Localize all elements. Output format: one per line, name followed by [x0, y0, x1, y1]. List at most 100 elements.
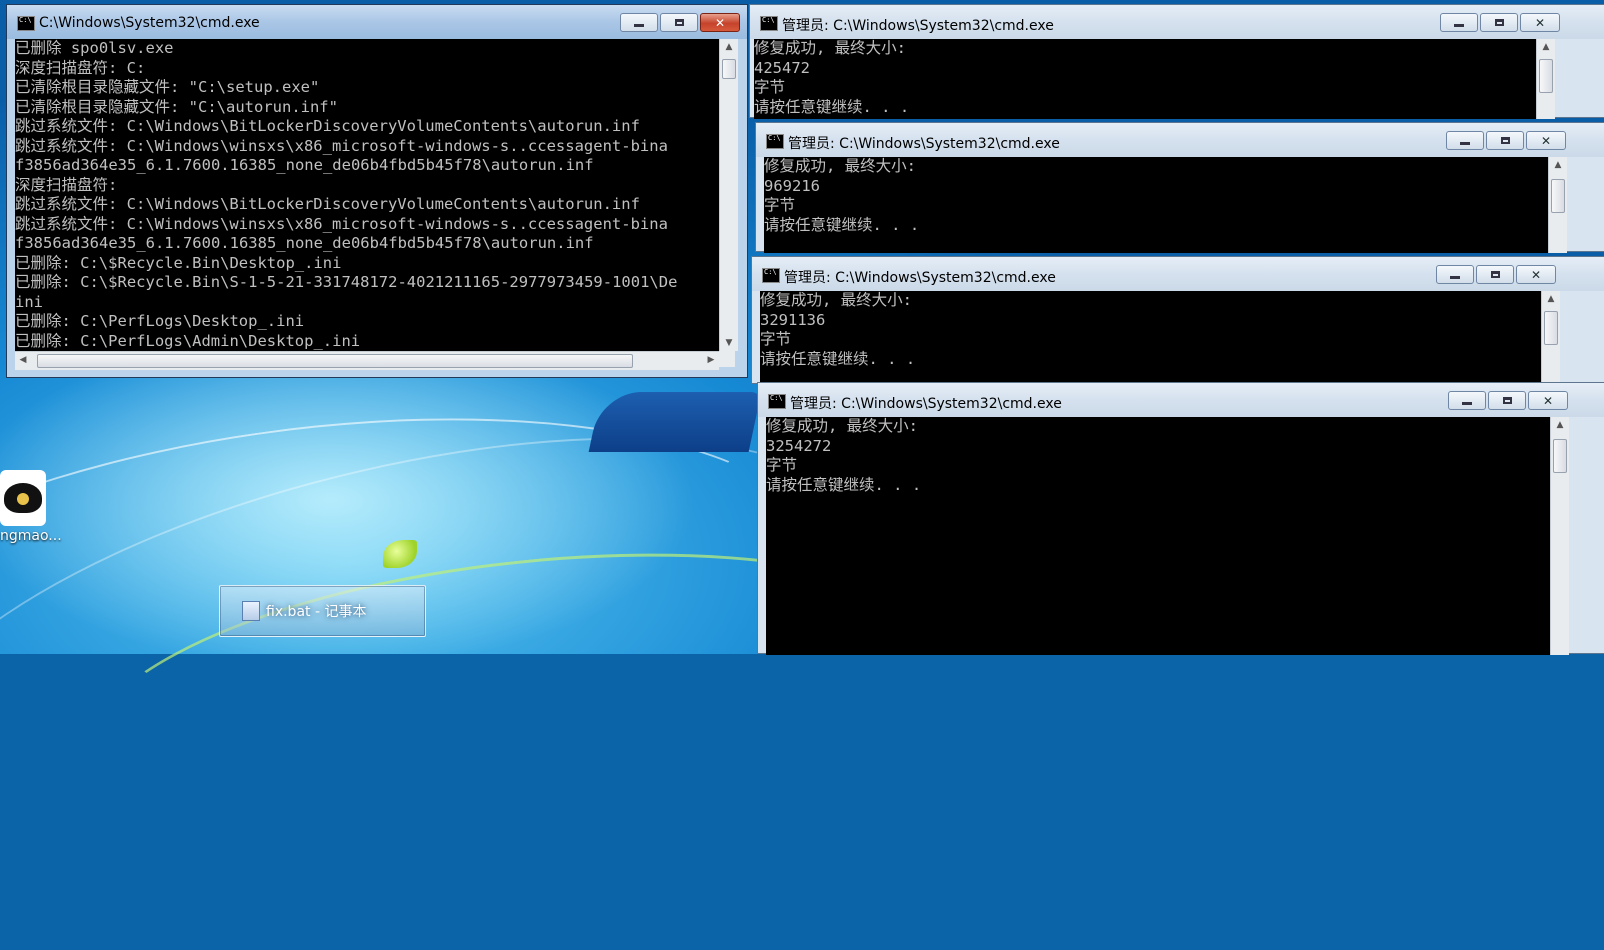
desktop-icon[interactable]: ngmao...: [0, 470, 62, 550]
minimize-button[interactable]: [620, 13, 658, 32]
admin-cmd-window[interactable]: 管理员: C:\Windows\System32\cmd.exe ✕ 修复成功,…: [749, 4, 1604, 119]
console-line: 跳过系统文件: C:\Windows\winsxs\x86_microsoft-…: [15, 214, 668, 233]
console-line: 请按任意键继续. . .: [754, 97, 910, 116]
close-icon: ✕: [1534, 15, 1546, 30]
console-output[interactable]: 修复成功, 最终大小: 969216 字节 请按任意键继续. . .: [764, 157, 1548, 253]
minimize-button[interactable]: [1446, 131, 1484, 150]
close-icon: ✕: [1530, 267, 1542, 282]
admin-cmd-window[interactable]: 管理员: C:\Windows\System32\cmd.exe ✕ 修复成功,…: [755, 122, 1604, 253]
close-button[interactable]: ✕: [700, 13, 740, 32]
console-line: 已删除 spo0lsv.exe: [15, 39, 174, 57]
console-line: 请按任意键继续. . .: [766, 475, 922, 494]
cmd-icon: [768, 394, 786, 409]
maximize-icon: [1502, 397, 1512, 404]
vertical-scrollbar[interactable]: ▲ ▼: [719, 39, 738, 351]
taskbar-notepad-button[interactable]: fix.bat - 记事本: [219, 585, 426, 637]
scroll-thumb[interactable]: [722, 59, 736, 79]
console-line: 字节: [754, 78, 786, 96]
desktop-icon-label: ngmao...: [0, 528, 62, 544]
main-cmd-window[interactable]: C:\Windows\System32\cmd.exe ✕ 已删除 spo0ls…: [6, 4, 748, 378]
console-line: 已清除根目录隐藏文件: "C:\autorun.inf": [15, 97, 338, 116]
console-output[interactable]: 已删除 spo0lsv.exe 深度扫描盘符: C: 已清除根目录隐藏文件: "…: [15, 39, 719, 351]
vertical-scrollbar[interactable]: ▲: [1541, 291, 1560, 385]
console-output[interactable]: 修复成功, 最终大小: 425472 字节 请按任意键继续. . .: [754, 39, 1536, 119]
windows-logo-fragment: [588, 392, 762, 452]
console-output[interactable]: 修复成功, 最终大小: 3254272 字节 请按任意键继续. . .: [766, 417, 1550, 655]
minimize-button[interactable]: [1436, 265, 1474, 284]
console-line: 修复成功, 最终大小:: [754, 39, 906, 57]
vertical-scrollbar[interactable]: ▲: [1548, 157, 1567, 253]
resize-grip[interactable]: [719, 351, 735, 367]
console-line: 修复成功, 最终大小:: [760, 291, 912, 309]
title-bar[interactable]: 管理员: C:\Windows\System32\cmd.exe ✕: [758, 383, 1604, 417]
maximize-button[interactable]: [1488, 391, 1526, 410]
maximize-button[interactable]: [660, 13, 698, 32]
console-line: 修复成功, 最终大小:: [764, 157, 916, 175]
close-button[interactable]: ✕: [1528, 391, 1568, 410]
console-line: f3856ad364e35_6.1.7600.16385_none_de06b4…: [15, 234, 594, 252]
console-line: 跳过系统文件: C:\Windows\BitLockerDiscoveryVol…: [15, 117, 640, 135]
console-line: 修复成功, 最终大小:: [766, 417, 918, 435]
console-line: ini: [15, 292, 43, 311]
scroll-thumb[interactable]: [1551, 179, 1565, 213]
maximize-button[interactable]: [1476, 265, 1514, 284]
console-output[interactable]: 修复成功, 最终大小: 3291136 字节 请按任意键继续. . .: [760, 291, 1541, 385]
window-title: C:\Windows\System32\cmd.exe: [39, 15, 260, 31]
minimize-icon: [1460, 142, 1470, 145]
console-line: 深度扫描盘符:: [15, 175, 118, 194]
minimize-button[interactable]: [1440, 13, 1478, 32]
admin-cmd-window[interactable]: 管理员: C:\Windows\System32\cmd.exe ✕ 修复成功,…: [751, 256, 1604, 385]
scroll-up-icon[interactable]: ▲: [1542, 291, 1560, 307]
console-line: 已删除: C:\$Recycle.Bin\S-1-5-21-331748172-…: [15, 273, 678, 291]
title-bar[interactable]: 管理员: C:\Windows\System32\cmd.exe ✕: [750, 5, 1604, 39]
cmd-icon: [762, 268, 780, 283]
console-line: 已删除: C:\$Recycle.Bin\Desktop_.ini: [15, 253, 342, 272]
console-line: 3291136: [760, 310, 826, 329]
close-button[interactable]: ✕: [1520, 13, 1560, 32]
scroll-thumb[interactable]: [1553, 439, 1567, 473]
scroll-up-icon[interactable]: ▲: [1551, 417, 1569, 433]
maximize-button[interactable]: [1480, 13, 1518, 32]
window-title: 管理员: C:\Windows\System32\cmd.exe: [788, 136, 1060, 152]
scroll-thumb[interactable]: [1539, 59, 1553, 93]
title-bar[interactable]: C:\Windows\System32\cmd.exe ✕: [7, 5, 747, 39]
close-button[interactable]: ✕: [1526, 131, 1566, 150]
maximize-icon: [674, 19, 684, 26]
taskbar-item-label: fix.bat - 记事本: [266, 604, 367, 620]
minimize-icon: [1450, 276, 1460, 279]
console-line: 跳过系统文件: C:\Windows\BitLockerDiscoveryVol…: [15, 195, 640, 213]
console-line: 字节: [760, 330, 792, 348]
close-icon: ✕: [714, 15, 726, 30]
scroll-thumb[interactable]: [37, 354, 633, 368]
minimize-icon: [1454, 24, 1464, 27]
window-title: 管理员: C:\Windows\System32\cmd.exe: [790, 396, 1062, 412]
scroll-thumb[interactable]: [1544, 311, 1558, 345]
cmd-icon: [17, 16, 35, 31]
scroll-up-icon[interactable]: ▲: [720, 39, 738, 55]
scroll-left-icon[interactable]: ◀: [15, 352, 31, 370]
title-bar[interactable]: 管理员: C:\Windows\System32\cmd.exe ✕: [752, 257, 1604, 291]
scroll-up-icon[interactable]: ▲: [1549, 157, 1567, 173]
maximize-button[interactable]: [1486, 131, 1524, 150]
notepad-icon: [242, 601, 260, 621]
scroll-up-icon[interactable]: ▲: [1537, 39, 1555, 55]
minimize-icon: [634, 24, 644, 27]
window-title: 管理员: C:\Windows\System32\cmd.exe: [782, 18, 1054, 34]
panda-app-icon: [0, 470, 46, 526]
maximize-icon: [1500, 137, 1510, 144]
close-icon: ✕: [1542, 393, 1554, 408]
vertical-scrollbar[interactable]: ▲: [1536, 39, 1555, 119]
console-line: 请按任意键继续. . .: [764, 215, 920, 234]
vertical-scrollbar[interactable]: ▲: [1550, 417, 1569, 655]
console-line: 已清除根目录隐藏文件: "C:\setup.exe": [15, 78, 320, 96]
scroll-down-icon[interactable]: ▼: [720, 335, 738, 351]
console-line: 深度扫描盘符: C:: [15, 58, 146, 77]
minimize-button[interactable]: [1448, 391, 1486, 410]
close-button[interactable]: ✕: [1516, 265, 1556, 284]
scroll-right-icon[interactable]: ▶: [703, 352, 719, 370]
title-bar[interactable]: 管理员: C:\Windows\System32\cmd.exe ✕: [756, 123, 1604, 157]
horizontal-scrollbar[interactable]: ◀ ▶: [15, 351, 719, 370]
admin-cmd-window[interactable]: 管理员: C:\Windows\System32\cmd.exe ✕ 修复成功,…: [757, 382, 1604, 655]
minimize-icon: [1462, 402, 1472, 405]
console-line: 字节: [764, 196, 796, 214]
